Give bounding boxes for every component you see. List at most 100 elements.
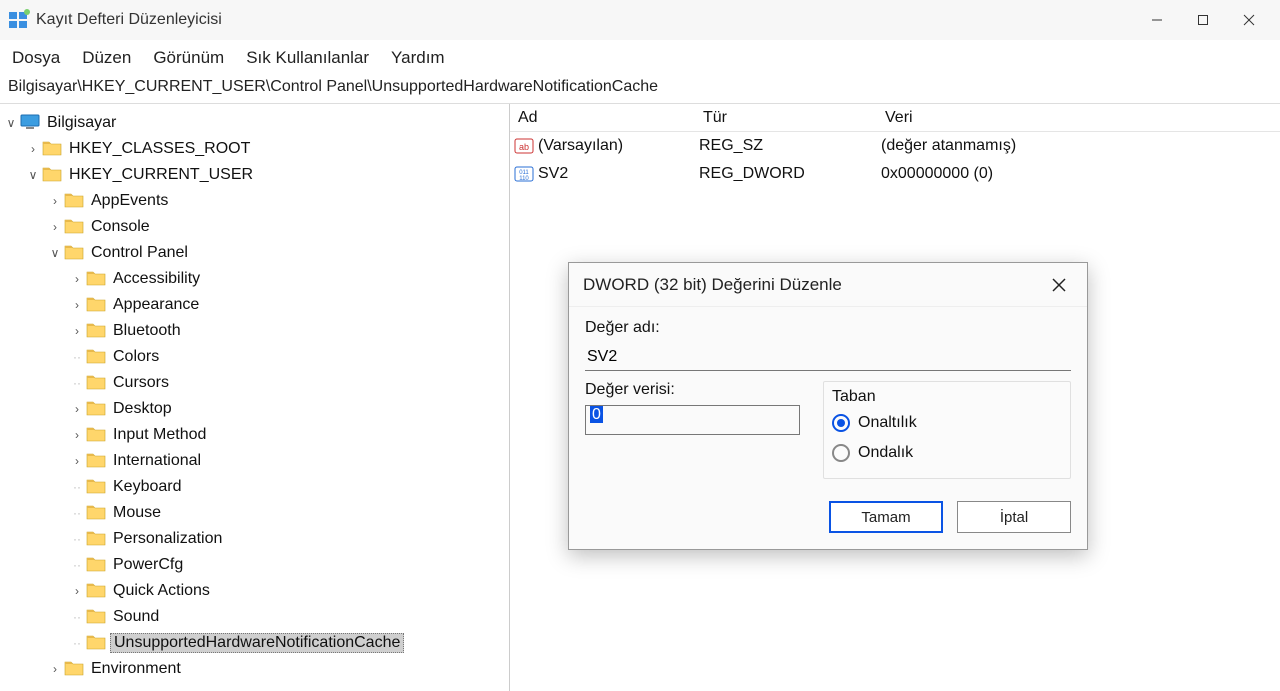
tree-label: International (110, 452, 204, 470)
list-row[interactable]: 011110SV2 REG_DWORD0x00000000 (0) (510, 160, 1280, 188)
tree-controlpanel[interactable]: ∨Control Panel (0, 240, 509, 266)
tree-colors[interactable]: ··Colors (0, 344, 509, 370)
tree-keyboard[interactable]: ··Keyboard (0, 474, 509, 500)
folder-icon (42, 139, 62, 159)
value-data-input[interactable]: 0 (585, 405, 800, 435)
minimize-button[interactable] (1134, 0, 1180, 40)
folder-icon (86, 529, 106, 549)
menu-edit[interactable]: Düzen (82, 48, 131, 68)
col-type[interactable]: Tür (699, 109, 881, 127)
tree-label: UnsupportedHardwareNotificationCache (110, 633, 404, 653)
svg-text:ab: ab (519, 142, 529, 152)
value-data-label: Değer verisi: (585, 381, 805, 399)
app-icon (8, 9, 30, 31)
tree-label: Mouse (110, 504, 164, 522)
tree-label: Console (88, 218, 153, 236)
tree-label: Keyboard (110, 478, 185, 496)
titlebar: Kayıt Defteri Düzenleyicisi (0, 0, 1280, 40)
tree-root-computer[interactable]: ∨Bilgisayar (0, 110, 509, 136)
menubar: Dosya Düzen Görünüm Sık Kullanılanlar Ya… (0, 40, 1280, 76)
dialog-titlebar: DWORD (32 bit) Değerini Düzenle (569, 263, 1087, 307)
dialog-title: DWORD (32 bit) Değerini Düzenle (583, 275, 842, 295)
tree-label: Sound (110, 608, 162, 626)
radio-dec-label: Ondalık (858, 444, 913, 462)
tree-label: Bluetooth (110, 322, 184, 340)
address-bar[interactable]: Bilgisayar\HKEY_CURRENT_USER\Control Pan… (0, 76, 1280, 104)
value-data: (değer atanmamış) (881, 137, 1280, 155)
value-name: (Varsayılan) (538, 137, 623, 155)
tree-label: HKEY_CURRENT_USER (66, 166, 256, 184)
col-name[interactable]: Ad (514, 109, 699, 127)
tree-powerCfg[interactable]: ··PowerCfg (0, 552, 509, 578)
tree-label: Bilgisayar (44, 114, 119, 132)
tree-international[interactable]: ›International (0, 448, 509, 474)
binary-value-icon: 011110 (514, 163, 536, 185)
close-button[interactable] (1226, 0, 1272, 40)
folder-icon (42, 165, 62, 185)
tree-bluetooth[interactable]: ›Bluetooth (0, 318, 509, 344)
tree-inputMethod[interactable]: ›Input Method (0, 422, 509, 448)
tree-label: HKEY_CLASSES_ROOT (66, 140, 253, 158)
folder-icon (86, 451, 106, 471)
value-name: SV2 (538, 165, 568, 183)
svg-text:110: 110 (519, 176, 529, 182)
menu-file[interactable]: Dosya (12, 48, 60, 68)
radio-hex-label: Onaltılık (858, 414, 917, 432)
tree-mouse[interactable]: ··Mouse (0, 500, 509, 526)
tree-label: Control Panel (88, 244, 191, 262)
tree-uhnc[interactable]: ··UnsupportedHardwareNotificationCache (0, 630, 509, 656)
tree-hkcr[interactable]: ›HKEY_CLASSES_ROOT (0, 136, 509, 162)
tree-label: Personalization (110, 530, 225, 548)
folder-icon (86, 373, 106, 393)
dialog-close-button[interactable] (1045, 271, 1073, 299)
folder-icon (86, 607, 106, 627)
radio-dec[interactable]: Ondalık (832, 438, 1062, 468)
folder-icon (86, 399, 106, 419)
base-label: Taban (832, 388, 1062, 406)
value-name-input[interactable] (585, 343, 1071, 371)
tree-personalization[interactable]: ··Personalization (0, 526, 509, 552)
folder-icon (86, 581, 106, 601)
menu-favorites[interactable]: Sık Kullanılanlar (246, 48, 369, 68)
window-controls (1134, 0, 1272, 40)
tree-label: Desktop (110, 400, 175, 418)
folder-icon (86, 555, 106, 575)
list-row[interactable]: ab (Varsayılan) REG_SZ(değer atanmamış) (510, 132, 1280, 160)
tree-panel[interactable]: ∨Bilgisayar›HKEY_CLASSES_ROOT∨HKEY_CURRE… (0, 104, 510, 691)
folder-icon (86, 347, 106, 367)
folder-icon (86, 321, 106, 341)
tree-appevents[interactable]: ›AppEvents (0, 188, 509, 214)
folder-icon (86, 633, 106, 653)
menu-view[interactable]: Görünüm (153, 48, 224, 68)
col-data[interactable]: Veri (881, 109, 1280, 127)
folder-icon (64, 243, 84, 263)
folder-icon (86, 477, 106, 497)
tree-label: Colors (110, 348, 162, 366)
tree-console[interactable]: ›Console (0, 214, 509, 240)
tree-desktop[interactable]: ›Desktop (0, 396, 509, 422)
cancel-button[interactable]: İptal (957, 501, 1071, 533)
folder-icon (86, 269, 106, 289)
tree-label: AppEvents (88, 192, 171, 210)
tree-quickActions[interactable]: ›Quick Actions (0, 578, 509, 604)
tree-label: PowerCfg (110, 556, 186, 574)
tree-accessibility[interactable]: ›Accessibility (0, 266, 509, 292)
maximize-button[interactable] (1180, 0, 1226, 40)
ok-button[interactable]: Tamam (829, 501, 943, 533)
window-title: Kayıt Defteri Düzenleyicisi (36, 11, 222, 29)
tree-sound[interactable]: ··Sound (0, 604, 509, 630)
menu-help[interactable]: Yardım (391, 48, 445, 68)
value-data: 0x00000000 (0) (881, 165, 1280, 183)
tree-cursors[interactable]: ··Cursors (0, 370, 509, 396)
folder-icon (64, 217, 84, 237)
list-header: Ad Tür Veri (510, 104, 1280, 132)
tree-appearance[interactable]: ›Appearance (0, 292, 509, 318)
tree-label: Appearance (110, 296, 202, 314)
value-type: REG_DWORD (699, 165, 881, 183)
tree-hkcu[interactable]: ∨HKEY_CURRENT_USER (0, 162, 509, 188)
radio-hex[interactable]: Onaltılık (832, 408, 1062, 438)
edit-dword-dialog: DWORD (32 bit) Değerini Düzenle Değer ad… (568, 262, 1088, 550)
tree-environment[interactable]: ›Environment (0, 656, 509, 682)
value-type: REG_SZ (699, 137, 881, 155)
tree-label: Input Method (110, 426, 209, 444)
